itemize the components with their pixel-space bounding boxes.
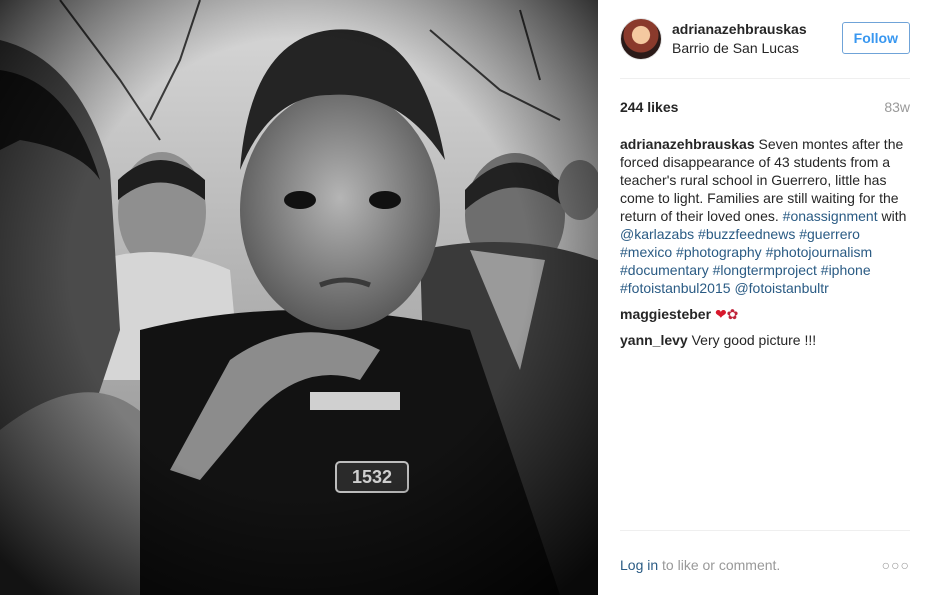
likes-row: 244 likes 83w (620, 97, 910, 117)
mention-link[interactable]: @fotoistanbultr (734, 280, 828, 296)
hashtag-link[interactable]: #guerrero (799, 226, 860, 242)
post-sidebar: adrianazehbrauskas Barrio de San Lucas F… (598, 0, 933, 595)
post-header: adrianazehbrauskas Barrio de San Lucas F… (620, 18, 910, 60)
hashtag-link[interactable]: #documentary (620, 262, 709, 278)
footer: Log in to like or comment. ○○○ (620, 555, 910, 575)
comment-username[interactable]: yann_levy (620, 332, 688, 348)
caption-with: with (877, 208, 907, 224)
hashtag-link[interactable]: #buzzfeednews (698, 226, 795, 242)
comment: yann_levy Very good picture !!! (620, 331, 910, 349)
caption-username[interactable]: adrianazehbrauskas (620, 136, 755, 152)
login-prompt: Log in to like or comment. (620, 557, 780, 573)
comment: maggiesteber ❤✿ (620, 305, 910, 323)
likes-count[interactable]: 244 likes (620, 99, 678, 115)
hashtag-link[interactable]: #mexico (620, 244, 672, 260)
comment-text: Very good picture !!! (687, 332, 817, 348)
post-photo[interactable]: 1532 (0, 0, 598, 595)
caption: adrianazehbrauskas Seven montes after th… (620, 135, 910, 297)
divider (620, 530, 910, 531)
hashtag-link[interactable]: #longtermproject (713, 262, 817, 278)
login-link[interactable]: Log in (620, 557, 658, 573)
post-age[interactable]: 83w (884, 99, 910, 115)
more-options-icon[interactable]: ○○○ (882, 557, 910, 573)
rose-icon: ✿ (726, 306, 739, 322)
hashtag-link[interactable]: #onassignment (783, 208, 878, 224)
mention-link[interactable]: @karlazabs (620, 226, 694, 242)
hashtag-link[interactable]: #photojournalism (766, 244, 873, 260)
follow-button[interactable]: Follow (841, 22, 910, 54)
login-prompt-text: to like or comment. (658, 557, 781, 573)
hashtag-link[interactable]: #iphone (821, 262, 871, 278)
avatar[interactable] (620, 18, 662, 60)
photo-image: 1532 (0, 0, 598, 595)
hashtag-link[interactable]: #fotoistanbul2015 (620, 280, 731, 296)
divider (620, 78, 910, 79)
hashtag-link[interactable]: #photography (676, 244, 762, 260)
comment-username[interactable]: maggiesteber (620, 306, 711, 322)
heart-icon: ❤ (714, 306, 727, 322)
comments-list: adrianazehbrauskas Seven montes after th… (620, 135, 910, 357)
